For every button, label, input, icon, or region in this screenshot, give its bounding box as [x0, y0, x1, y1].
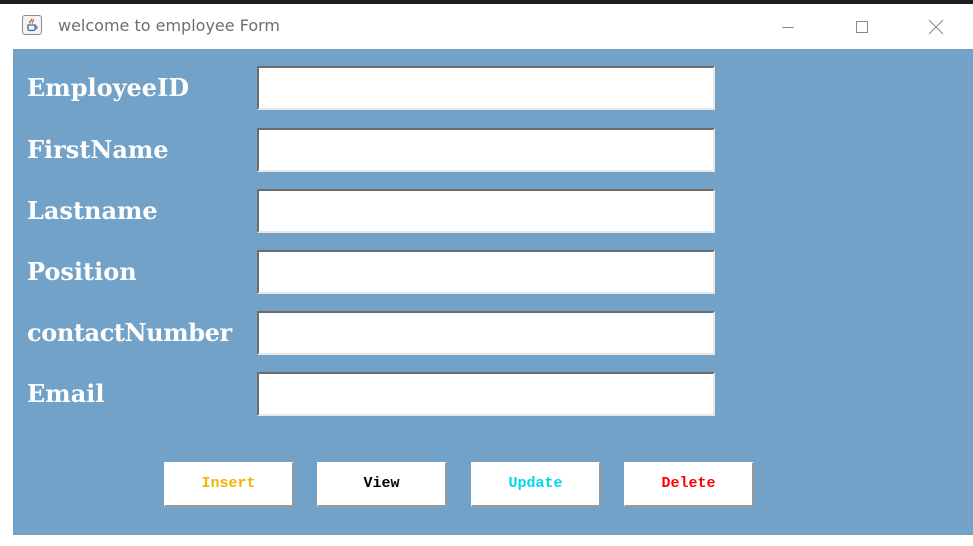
last-name-input[interactable] — [257, 189, 715, 233]
delete-button[interactable]: Delete — [624, 462, 754, 507]
form-panel: EmployeeID FirstName Lastname Position c… — [13, 49, 973, 535]
label-first-name: FirstName — [27, 135, 169, 164]
maximize-icon — [856, 20, 868, 33]
update-button[interactable]: Update — [471, 462, 601, 507]
first-name-input[interactable] — [257, 128, 715, 172]
minimize-icon — [782, 26, 794, 28]
label-last-name: Lastname — [27, 196, 158, 225]
close-icon — [928, 19, 944, 34]
label-employee-id: EmployeeID — [27, 73, 190, 102]
maximize-button[interactable] — [839, 4, 885, 49]
java-cup-icon — [22, 15, 42, 35]
label-contact-number: contactNumber — [27, 318, 232, 347]
close-button[interactable] — [913, 4, 959, 49]
view-button[interactable]: View — [317, 462, 447, 507]
employee-id-input[interactable] — [257, 66, 715, 110]
window-title: welcome to employee Form — [58, 16, 280, 35]
position-input[interactable] — [257, 250, 715, 294]
employee-form-window: welcome to employee Form EmployeeID Firs… — [13, 4, 973, 535]
insert-button[interactable]: Insert — [164, 462, 294, 507]
minimize-button[interactable] — [765, 4, 811, 49]
label-position: Position — [27, 257, 137, 286]
title-bar[interactable]: welcome to employee Form — [13, 4, 973, 49]
contact-number-input[interactable] — [257, 311, 715, 355]
label-email: Email — [27, 379, 105, 408]
email-input[interactable] — [257, 372, 715, 416]
